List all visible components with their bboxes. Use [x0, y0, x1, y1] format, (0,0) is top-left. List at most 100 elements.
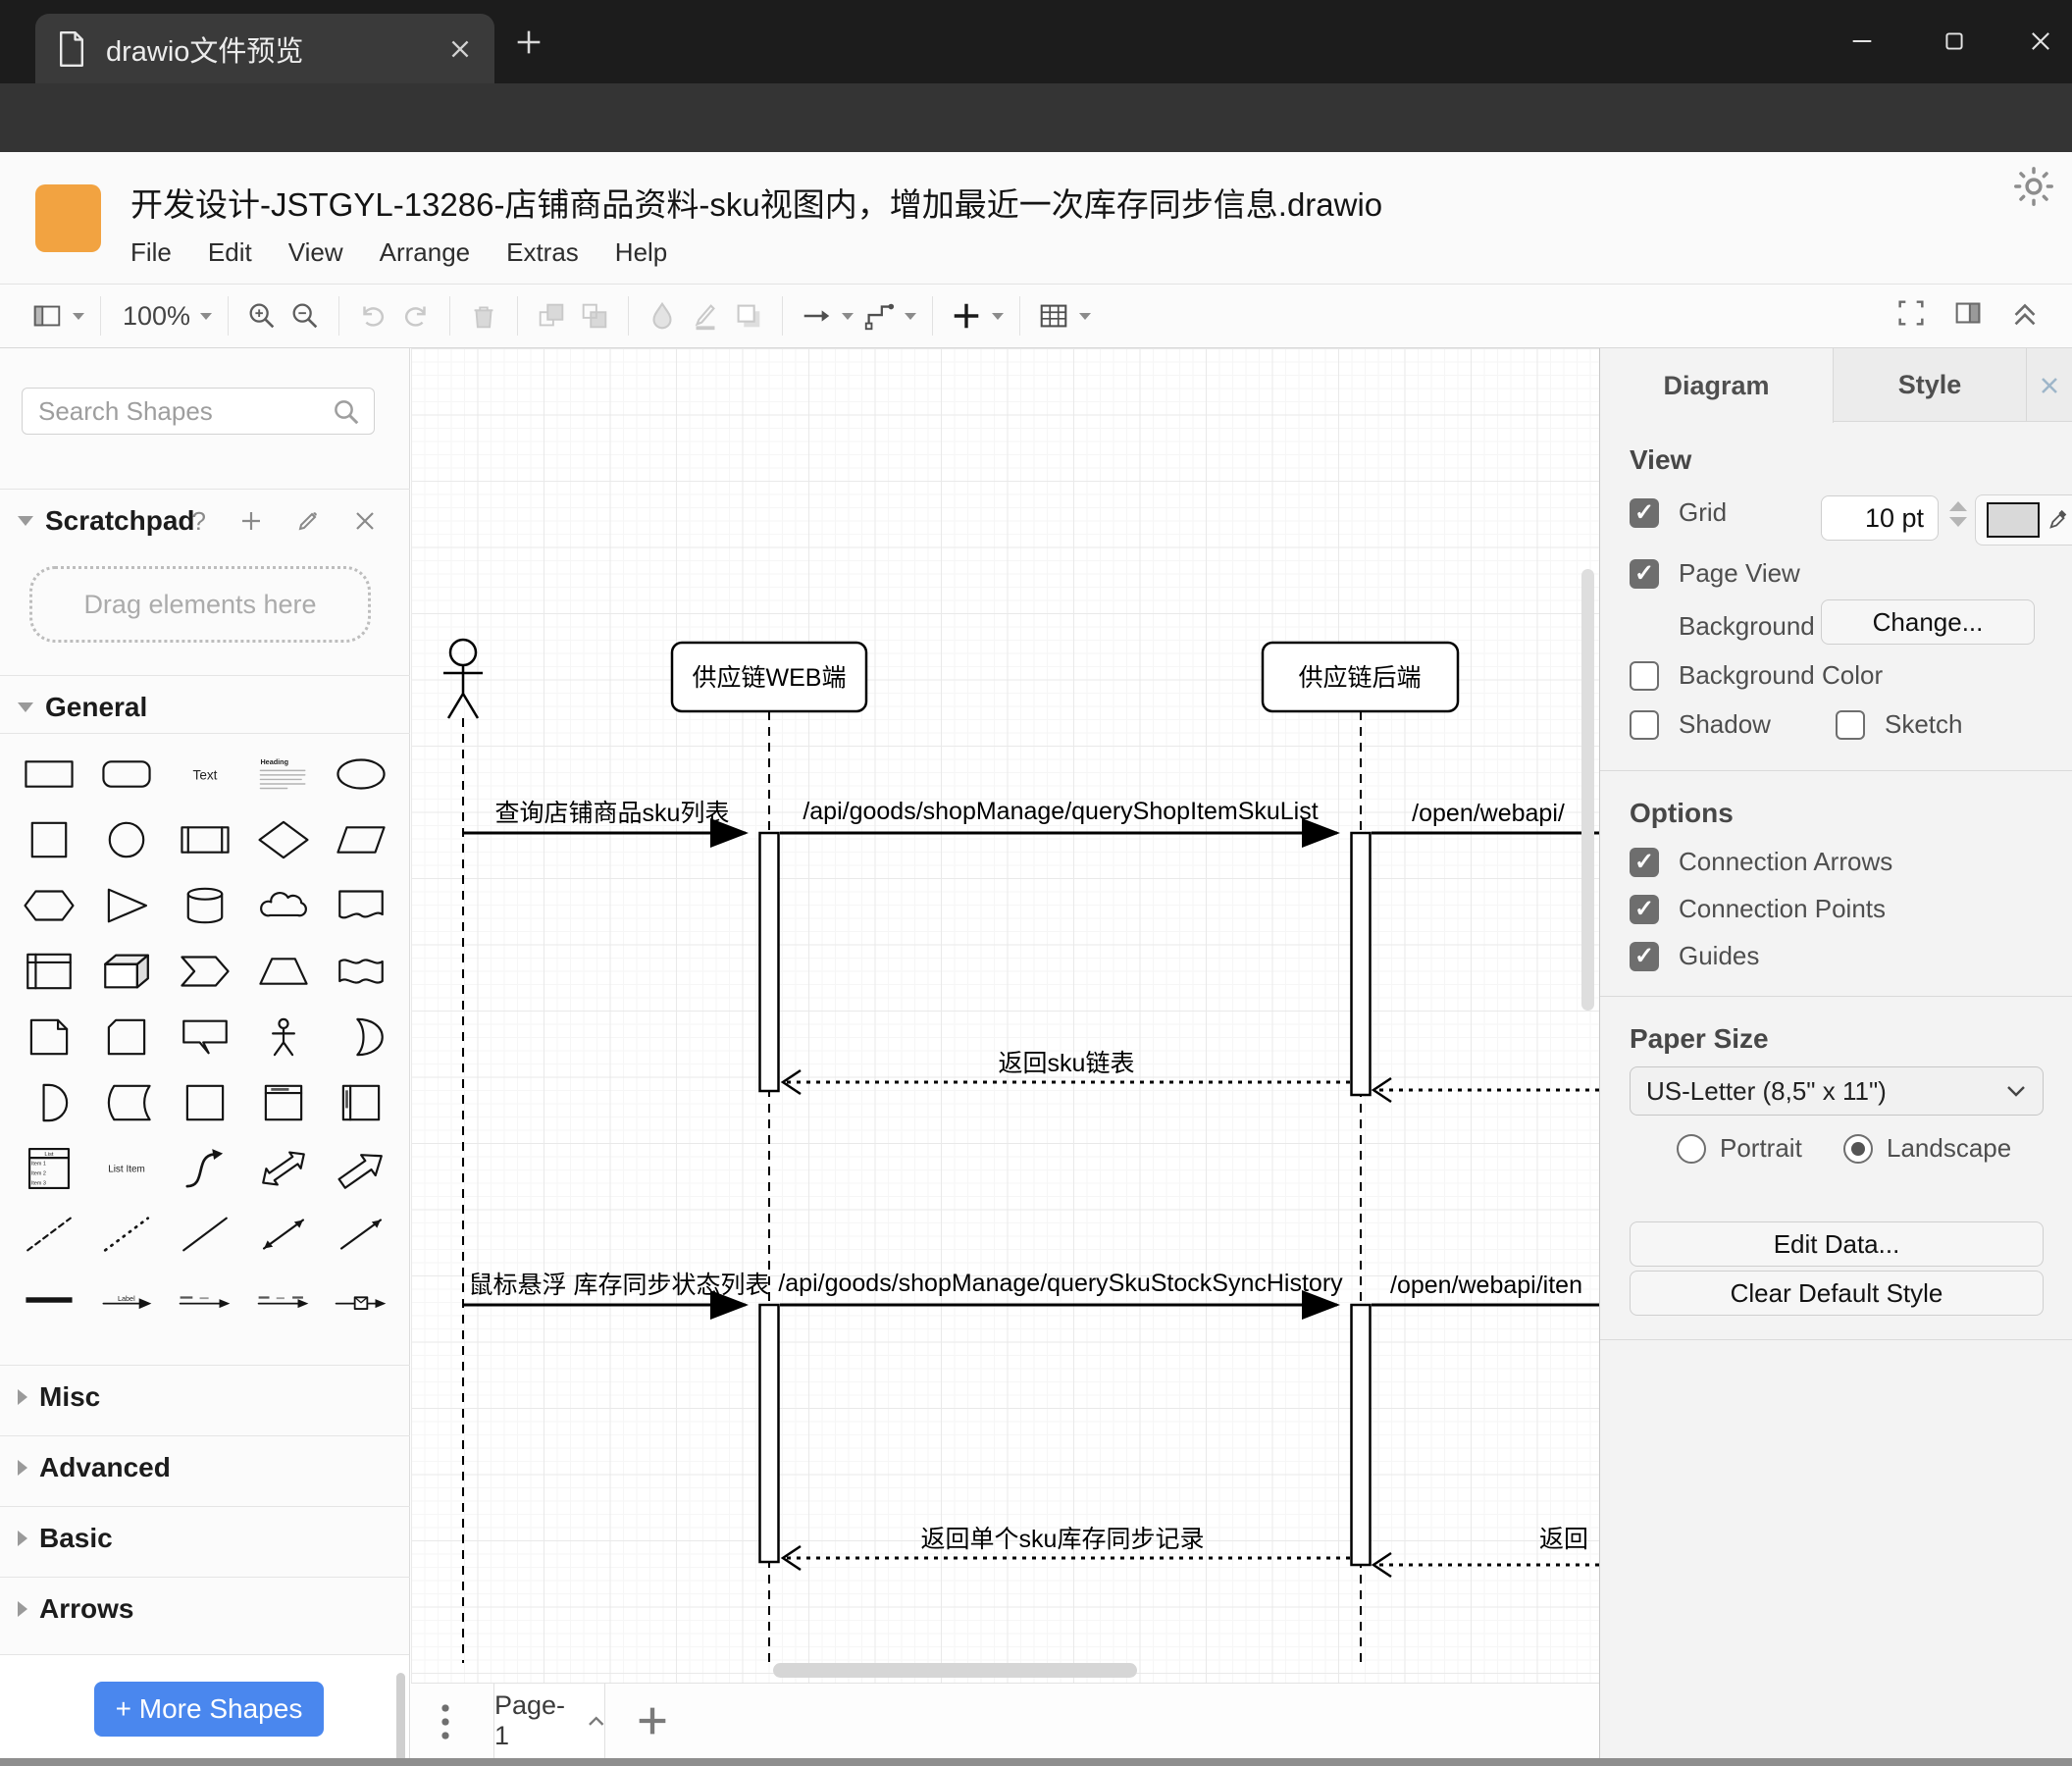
section-misc[interactable]: Misc: [0, 1370, 410, 1425]
delete-icon[interactable]: [462, 293, 505, 338]
shape-note[interactable]: [10, 1004, 88, 1069]
shape-hexagon[interactable]: [10, 872, 88, 938]
participant-web[interactable]: 供应链WEB端: [670, 641, 868, 713]
new-tab-button[interactable]: [512, 26, 545, 59]
connection-arrows-checkbox[interactable]: [1630, 847, 1659, 877]
shape-internal-storage[interactable]: [10, 938, 88, 1004]
shape-rounded-rectangle[interactable]: [88, 741, 167, 806]
maximize-button[interactable]: [1931, 18, 1978, 65]
guides-checkbox[interactable]: [1630, 941, 1659, 971]
shape-document[interactable]: [322, 872, 400, 938]
shape-step[interactable]: [166, 938, 244, 1004]
message-open-webapi[interactable]: /open/webapi/: [1372, 800, 1599, 835]
scratchpad-dropzone[interactable]: Drag elements here: [29, 566, 371, 643]
chevron-down-icon[interactable]: [842, 312, 855, 320]
message-api-queryShopItemSkuList[interactable]: /api/goods/shopManage/queryShopItemSkuLi…: [780, 798, 1340, 848]
zoom-out-icon[interactable]: [284, 293, 327, 338]
participant-backend[interactable]: 供应链后端: [1261, 641, 1460, 713]
shape-vertical-frame[interactable]: [322, 1069, 400, 1135]
activation-backend-1[interactable]: [1350, 831, 1372, 1097]
connection-points-checkbox[interactable]: [1630, 894, 1659, 924]
message-query-sku-list[interactable]: 查询店铺商品sku列表: [463, 800, 749, 848]
change-background-button[interactable]: Change...: [1821, 599, 2035, 645]
redo-icon[interactable]: [394, 293, 438, 338]
tab-diagram[interactable]: Diagram: [1600, 348, 1834, 423]
shape-and[interactable]: [10, 1069, 88, 1135]
insert-icon[interactable]: [945, 293, 988, 338]
shape-card[interactable]: [88, 1004, 167, 1069]
search-input[interactable]: [22, 388, 375, 435]
edit-pencil-icon[interactable]: [296, 509, 320, 533]
shape-or[interactable]: [322, 1004, 400, 1069]
sidebar-scrollbar[interactable]: [396, 1673, 405, 1766]
shape-circle[interactable]: [88, 806, 167, 872]
shape-trapezoid[interactable]: [244, 938, 323, 1004]
close-icon[interactable]: [353, 509, 377, 533]
grid-color-swatch[interactable]: [1975, 494, 2072, 545]
view-format-icon[interactable]: [26, 293, 69, 338]
shape-container[interactable]: [166, 1069, 244, 1135]
activation-web-1[interactable]: [758, 831, 780, 1093]
sketch-checkbox[interactable]: [1836, 709, 1865, 740]
return-webapi-1[interactable]: [1371, 1076, 1599, 1104]
menu-arrange[interactable]: Arrange: [380, 237, 471, 268]
chevron-down-icon[interactable]: [905, 312, 917, 320]
tab-style[interactable]: Style: [1834, 348, 2026, 422]
line-color-icon[interactable]: [684, 293, 727, 338]
return-webapi-2[interactable]: 返回: [1371, 1526, 1599, 1579]
shape-parallelogram[interactable]: [322, 806, 400, 872]
section-basic[interactable]: Basic: [0, 1511, 410, 1566]
shadow-checkbox[interactable]: [1630, 709, 1659, 740]
canvas-hscroll-thumb[interactable]: [773, 1663, 1137, 1678]
fullscreen-icon[interactable]: [1890, 290, 1933, 336]
shape-line[interactable]: [166, 1201, 244, 1267]
tab-close-icon[interactable]: [447, 36, 473, 62]
shape-tape[interactable]: [322, 938, 400, 1004]
chevron-down-icon[interactable]: [1079, 312, 1092, 320]
shape-link-with-labels[interactable]: [244, 1267, 323, 1332]
landscape-radio[interactable]: Landscape: [1843, 1133, 2011, 1164]
shape-ellipse[interactable]: [322, 741, 400, 806]
theme-toggle-sun-icon[interactable]: [2011, 164, 2056, 209]
portrait-radio[interactable]: Portrait: [1677, 1133, 1802, 1164]
page-view-checkbox[interactable]: [1630, 558, 1659, 589]
browser-tab[interactable]: drawio文件预览: [35, 14, 494, 83]
shape-triangle[interactable]: [88, 872, 167, 938]
fill-color-icon[interactable]: [641, 293, 684, 338]
shape-text[interactable]: Text: [166, 741, 244, 806]
scratchpad-section[interactable]: Scratchpad ?: [0, 493, 410, 548]
chevron-down-icon[interactable]: [992, 312, 1005, 320]
edit-data-button[interactable]: Edit Data...: [1630, 1221, 2044, 1267]
undo-icon[interactable]: [351, 293, 394, 338]
shape-bidirectional-arrow[interactable]: [244, 1135, 323, 1201]
format-panel-icon[interactable]: [1946, 290, 1990, 336]
shape-label-arrow[interactable]: Label: [88, 1267, 167, 1332]
menu-extras[interactable]: Extras: [506, 237, 579, 268]
shadow-icon[interactable]: [727, 293, 770, 338]
grid-size-stepper[interactable]: [1949, 501, 1967, 527]
menu-help[interactable]: Help: [615, 237, 667, 268]
shape-rectangle[interactable]: [10, 741, 88, 806]
section-arrows[interactable]: Arrows: [0, 1582, 410, 1636]
drawing-canvas[interactable]: 供应链WEB端 供应链后端 查询店铺商品sku列表 /api/goods/sho…: [411, 348, 1599, 1683]
shape-dotted-line[interactable]: [88, 1201, 167, 1267]
add-icon[interactable]: [239, 509, 263, 533]
message-api-querySkuStockSyncHistory[interactable]: /api/goods/shopManage/querySkuStockSyncH…: [778, 1270, 1343, 1320]
shape-cloud[interactable]: [244, 872, 323, 938]
message-hover-sync-list[interactable]: 鼠标悬浮 库存同步状态列表: [463, 1272, 769, 1320]
table-icon[interactable]: [1032, 293, 1075, 338]
section-advanced[interactable]: Advanced: [0, 1440, 410, 1495]
help-icon[interactable]: ?: [192, 506, 206, 537]
panel-close-icon[interactable]: [2026, 348, 2072, 422]
shape-callout[interactable]: [166, 1004, 244, 1069]
shape-list[interactable]: List Item 1 Item 2 Item 3: [10, 1135, 88, 1201]
shape-arrow-with-box[interactable]: [322, 1267, 400, 1332]
menu-view[interactable]: View: [288, 237, 343, 268]
waypoints-icon[interactable]: [857, 293, 901, 338]
shape-cylinder[interactable]: [166, 872, 244, 938]
shape-diamond[interactable]: [244, 806, 323, 872]
menu-file[interactable]: File: [130, 237, 172, 268]
shape-square[interactable]: [10, 806, 88, 872]
shape-dashed-line[interactable]: [10, 1201, 88, 1267]
grid-checkbox[interactable]: [1630, 497, 1659, 528]
